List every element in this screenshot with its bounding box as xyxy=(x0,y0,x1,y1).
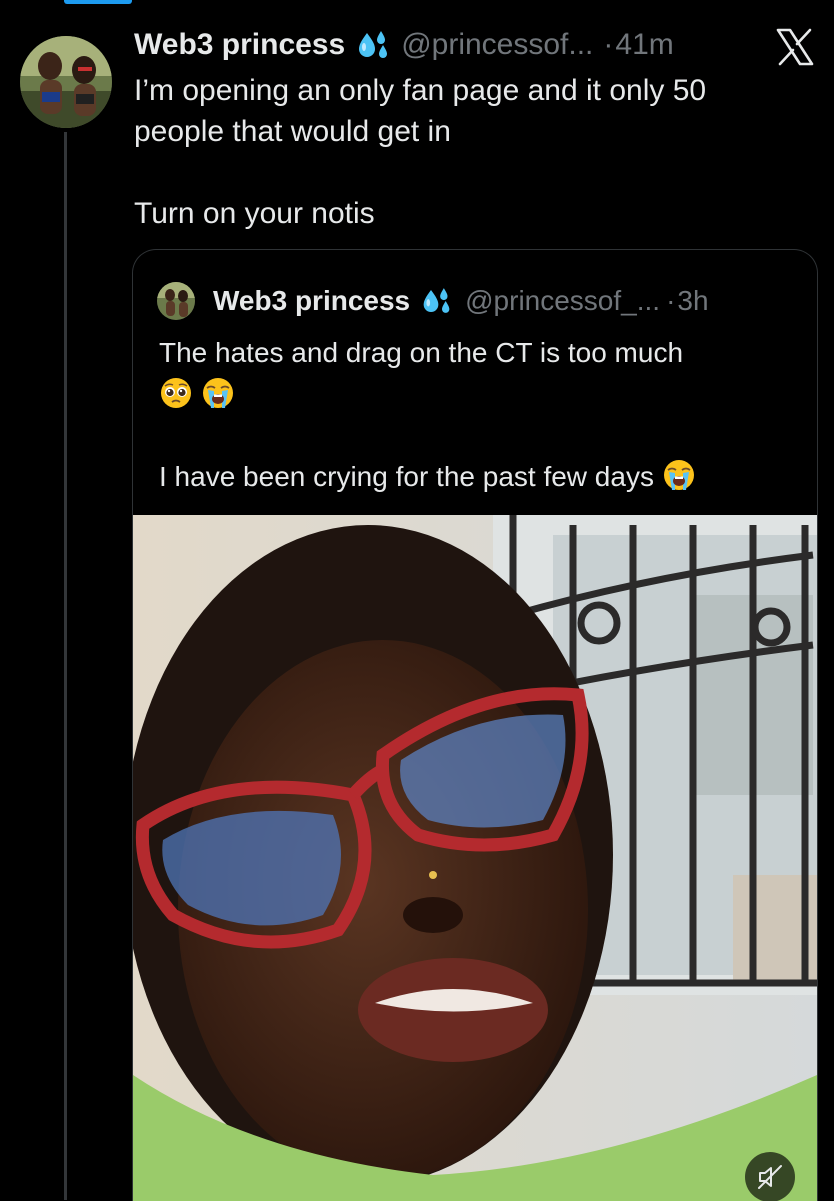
quoted-text-line: I have been crying for the past few days xyxy=(159,456,799,498)
video-player[interactable] xyxy=(133,515,817,1201)
thread-connector-line xyxy=(64,132,67,1200)
mute-toggle-button[interactable] xyxy=(745,1152,795,1201)
author-handle[interactable]: @princessof... xyxy=(401,28,593,62)
quoted-author-handle[interactable]: @princessof_... xyxy=(465,285,660,317)
loudly-crying-face-icon xyxy=(662,458,696,492)
quoted-emoji-line xyxy=(159,374,799,416)
tweet-text-line: I’m opening an only fan page and it only… xyxy=(134,74,707,107)
quoted-tweet-body: The hates and drag on the CT is too much xyxy=(159,332,799,498)
loudly-crying-face-icon xyxy=(201,376,235,410)
sweat-droplets-icon xyxy=(355,29,391,61)
tweet-text-line: Turn on your notis xyxy=(134,197,375,230)
video-frame xyxy=(133,515,817,1201)
quoted-author-name[interactable]: Web3 princess xyxy=(213,285,410,317)
quoted-tweet-card[interactable]: Web3 princess @princessof_... · 3h The h… xyxy=(132,249,818,1201)
tweet-body: I’m opening an only fan page and it only… xyxy=(134,70,774,234)
tweet-text-line: people that would get in xyxy=(134,115,451,148)
meta-separator: · xyxy=(603,28,614,61)
quoted-author-avatar[interactable] xyxy=(157,282,195,320)
meta-separator: · xyxy=(666,285,676,316)
pleading-face-icon xyxy=(159,376,193,410)
active-tab-indicator xyxy=(64,0,132,4)
quoted-text: I have been crying for the past few days xyxy=(159,461,654,492)
quoted-text-line: The hates and drag on the CT is too much xyxy=(159,337,684,368)
avatar-photo xyxy=(20,36,112,128)
quoted-tweet-timestamp[interactable]: 3h xyxy=(677,285,708,317)
speaker-muted-icon xyxy=(758,1165,782,1189)
x-logo-icon[interactable] xyxy=(776,28,814,66)
sweat-droplets-icon xyxy=(420,286,453,316)
avatar-photo xyxy=(157,282,195,320)
author-avatar[interactable] xyxy=(20,36,112,128)
author-name[interactable]: Web3 princess xyxy=(134,28,345,62)
quoted-tweet-header: Web3 princess @princessof_... · 3h xyxy=(213,278,709,324)
tweet-header: Web3 princess @princessof... · 41m xyxy=(134,22,674,68)
tweet-timestamp[interactable]: 41m xyxy=(615,28,673,62)
